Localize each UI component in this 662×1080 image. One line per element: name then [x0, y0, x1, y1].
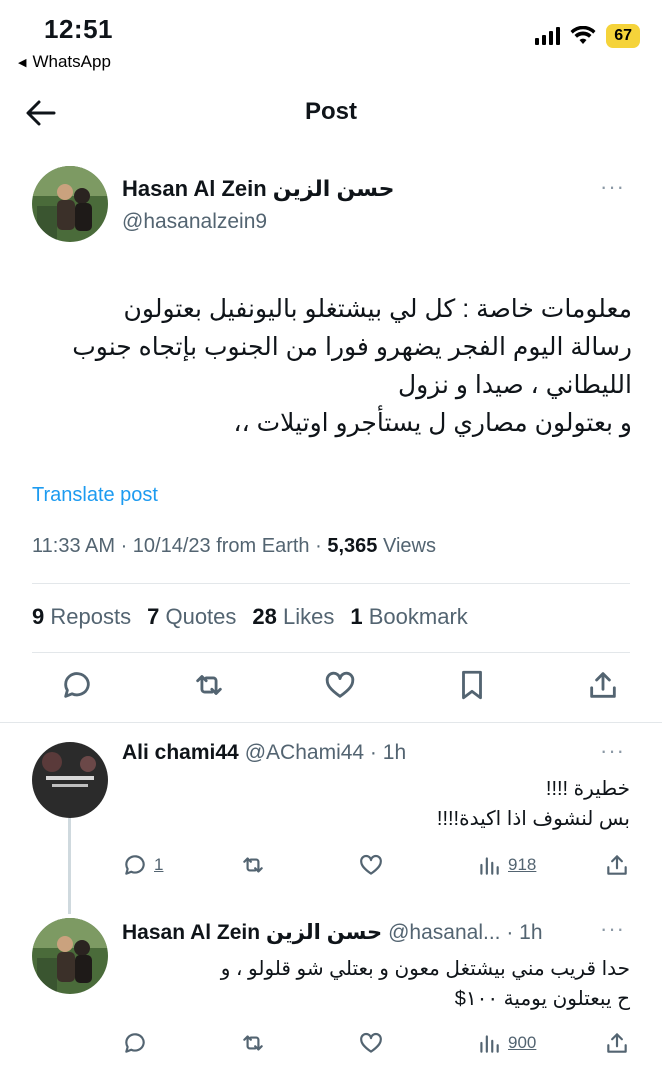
reply-text: حدا قريب مني بيشتغل معون و بعتلي شو قلول… — [220, 958, 630, 1010]
author-name[interactable]: Hasan Al Zein حسن الزين — [122, 176, 394, 202]
reply-button[interactable] — [122, 1030, 240, 1056]
wifi-icon — [570, 26, 596, 44]
reply-icon — [125, 855, 145, 875]
post-action-bar — [60, 668, 620, 702]
views-chart-icon — [480, 1035, 499, 1053]
like-heart-icon — [360, 1032, 382, 1053]
divider — [32, 583, 630, 584]
divider — [32, 652, 630, 653]
reposts-stat[interactable]: 9 Reposts — [32, 604, 131, 630]
reply-author-name[interactable]: Ali chami44 — [122, 741, 239, 765]
views-button[interactable]: 900 — [476, 1030, 604, 1056]
reply-button[interactable]: 1 — [122, 852, 240, 878]
author-name-row: Hasan Al Zein حسن الزين — [122, 176, 394, 202]
reply-name-row: Hasan Al Zein حسن الزين @hasanal... · 1h — [122, 920, 543, 945]
repost-button[interactable] — [240, 852, 358, 878]
status-indicators: 67 — [535, 24, 640, 48]
reply-text: خطيرة !!!! بس لنشوف اذا اكيدة!!!! — [436, 778, 630, 830]
reply-name-row: Ali chami44 @AChami44 · 1h — [122, 741, 406, 765]
like-button[interactable] — [358, 852, 476, 878]
views-count: 900 — [508, 1033, 537, 1052]
reply-icon[interactable] — [60, 668, 94, 702]
status-time: 12:51 — [44, 14, 113, 44]
reply-avatar[interactable] — [32, 918, 108, 994]
share-icon — [607, 1033, 627, 1053]
views-count: 918 — [508, 855, 537, 874]
reply-avatar[interactable] — [32, 742, 108, 818]
repost-icon[interactable] — [192, 668, 226, 702]
reply-action-bar: 1 918 — [122, 852, 630, 878]
battery-badge: 67 — [606, 24, 640, 48]
reply-count: 1 — [154, 855, 164, 874]
share-icon — [607, 855, 627, 875]
likes-stat[interactable]: 28 Likes — [252, 604, 334, 630]
share-icon[interactable] — [586, 668, 620, 702]
reply-author-handle[interactable]: @AChami44 · 1h — [245, 741, 406, 765]
repost-icon — [243, 1035, 263, 1051]
reply-author-handle[interactable]: @hasanal... · 1h — [388, 921, 542, 945]
thread-line — [68, 818, 71, 914]
share-button[interactable] — [604, 1030, 630, 1056]
author-avatar[interactable] — [32, 166, 108, 242]
post-stats: 9 Reposts 7 Quotes 28 Likes 1 Bookmark — [32, 604, 468, 630]
post-meta: 11:33 AM · 10/14/23 from Earth · 5,365 V… — [32, 535, 436, 558]
like-button[interactable] — [358, 1030, 476, 1056]
reply-icon — [125, 1033, 145, 1053]
back-triangle-icon: ◀ — [18, 56, 27, 69]
views-label: Views — [377, 535, 436, 557]
back-to-app-link[interactable]: ◀ WhatsApp — [18, 52, 111, 72]
author-handle[interactable]: @hasanalzein9 — [122, 210, 267, 234]
repost-button[interactable] — [240, 1030, 358, 1056]
section-divider — [0, 722, 662, 723]
signal-icon — [535, 27, 561, 45]
more-options-icon[interactable]: ··· — [600, 916, 625, 942]
quotes-stat[interactable]: 7 Quotes — [147, 604, 236, 630]
reply-action-bar: 900 — [122, 1030, 630, 1056]
more-options-icon[interactable]: ··· — [600, 738, 625, 764]
post-text: معلومات خاصة : كل لي بيشتغلو باليونفيل ب… — [72, 295, 632, 437]
translate-post-link[interactable]: Translate post — [32, 484, 158, 507]
reply-author-name[interactable]: Hasan Al Zein حسن الزين — [122, 920, 382, 945]
views-button[interactable]: 918 — [476, 852, 604, 878]
repost-icon — [243, 857, 263, 873]
like-heart-icon — [360, 854, 382, 875]
back-app-label: WhatsApp — [32, 52, 111, 71]
post-timestamp: 11:33 AM · 10/14/23 from Earth · — [32, 535, 328, 557]
like-heart-icon[interactable] — [323, 668, 357, 702]
views-count[interactable]: 5,365 — [327, 535, 377, 557]
page-title: Post — [304, 98, 357, 125]
more-options-icon[interactable]: ··· — [600, 174, 625, 200]
bookmark-icon[interactable] — [455, 668, 489, 702]
share-button[interactable] — [604, 852, 630, 878]
bookmarks-stat[interactable]: 1 Bookmark — [350, 604, 467, 630]
views-chart-icon — [480, 857, 499, 875]
